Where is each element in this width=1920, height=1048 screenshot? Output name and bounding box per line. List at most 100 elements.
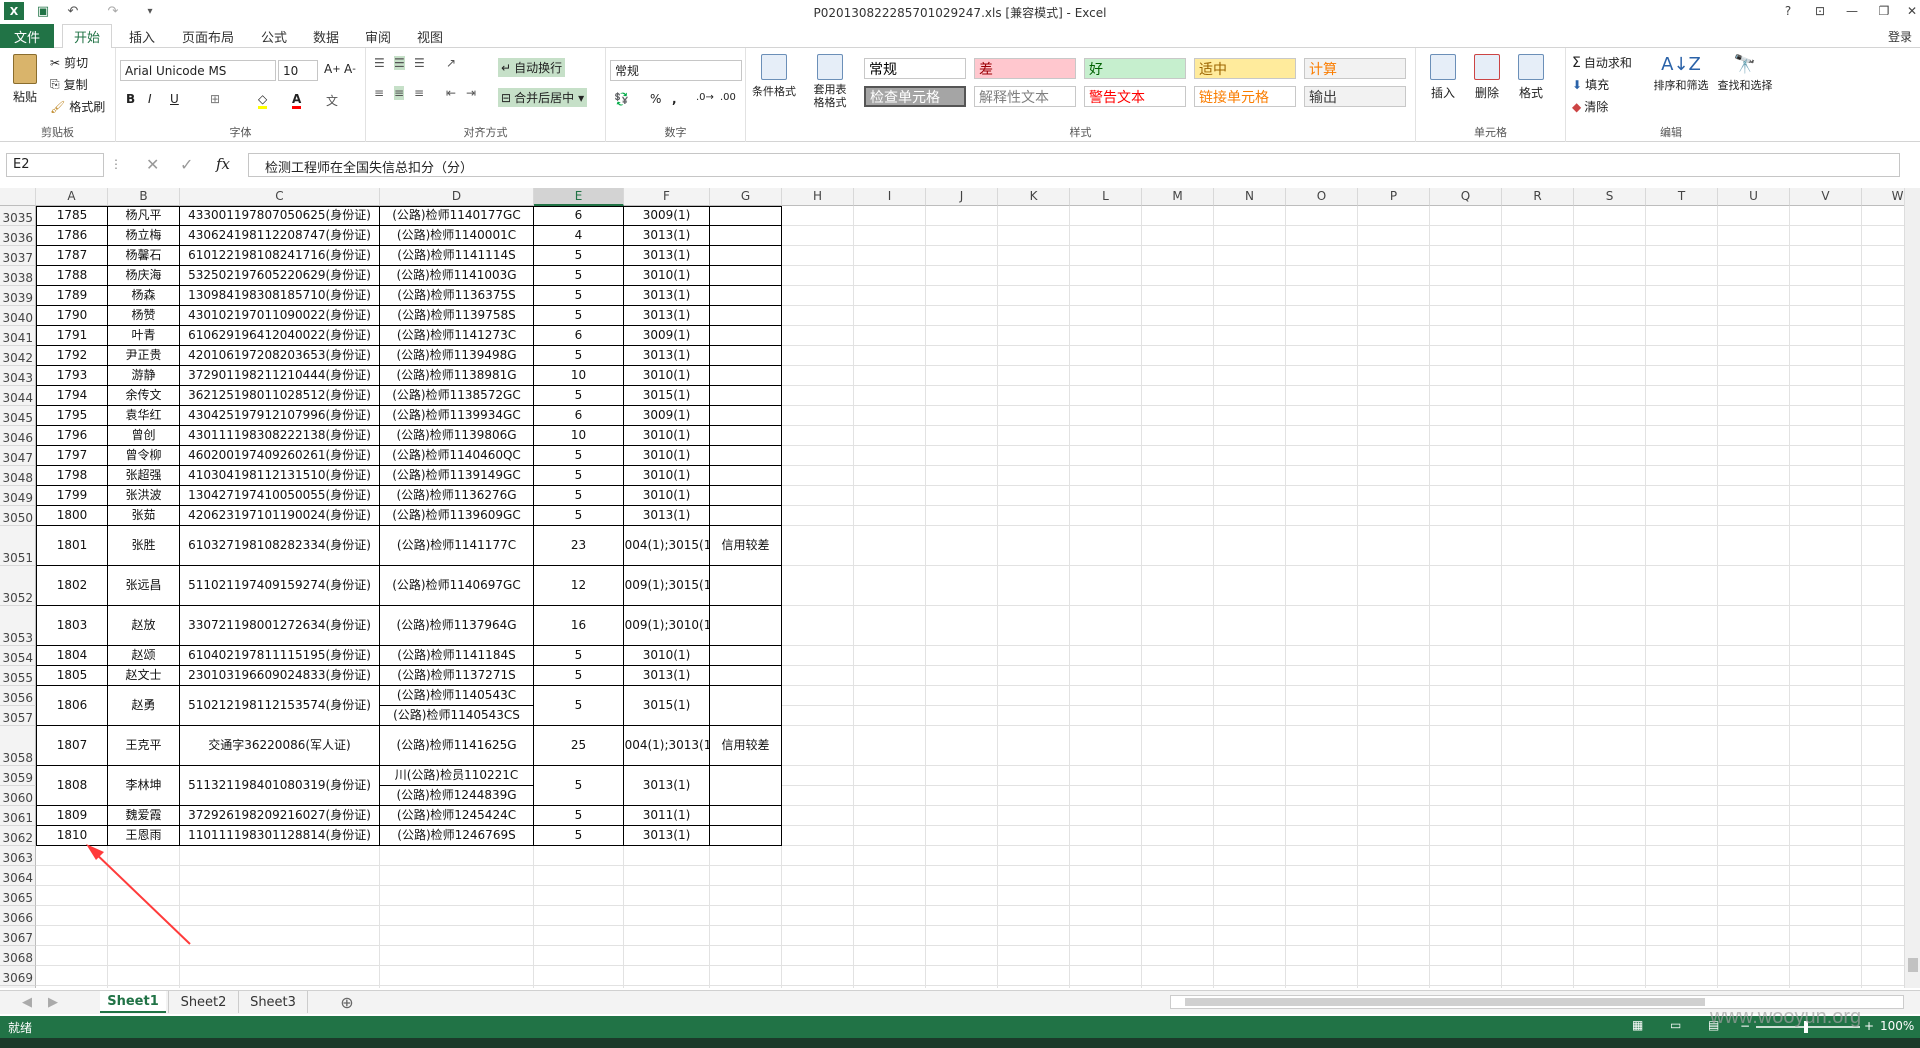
row-header[interactable]: 3046 — [0, 426, 36, 446]
column-header[interactable]: B — [108, 188, 180, 206]
select-all-corner[interactable] — [0, 188, 36, 206]
page-layout-view-icon[interactable]: ▭ — [1670, 1018, 1681, 1032]
cell-b[interactable]: 张茹 — [108, 506, 180, 526]
row-header[interactable]: 3059 — [0, 766, 36, 786]
row-header[interactable]: 3041 — [0, 326, 36, 346]
cell-b[interactable]: 赵放 — [108, 606, 180, 646]
cell-b[interactable]: 张洪波 — [108, 486, 180, 506]
column-header[interactable]: V — [1790, 188, 1862, 206]
cell-f[interactable]: 3010(1) — [624, 646, 710, 666]
cell-a[interactable]: 1801 — [36, 526, 108, 566]
fill-color-icon[interactable]: ◇ — [258, 92, 268, 109]
increase-font-icon[interactable]: A + — [324, 62, 341, 76]
cell-a[interactable]: 1809 — [36, 806, 108, 826]
cell-b[interactable]: 张远昌 — [108, 566, 180, 606]
cell-b[interactable]: 杨森 — [108, 286, 180, 306]
border-icon[interactable]: ⊞ — [210, 92, 220, 106]
cell-d[interactable]: (公路)检师1139149GC — [380, 466, 534, 486]
column-header[interactable]: M — [1142, 188, 1214, 206]
tab-page-layout[interactable]: 页面布局 — [172, 24, 244, 48]
format-cells-button[interactable]: 格式 — [1510, 54, 1552, 101]
cell-e[interactable]: 5 — [534, 766, 624, 806]
cell-e[interactable]: 5 — [534, 266, 624, 286]
column-header[interactable]: D — [380, 188, 534, 206]
delete-cells-button[interactable]: 删除 — [1466, 54, 1508, 101]
cell-g[interactable] — [710, 306, 782, 326]
cell-c[interactable]: 交通字36220086(军人证) — [180, 726, 380, 766]
cell-b[interactable]: 王恩雨 — [108, 826, 180, 846]
tab-formulas[interactable]: 公式 — [252, 24, 296, 48]
wrap-text-button[interactable]: ↵ 自动换行 — [498, 58, 566, 77]
cell-b[interactable]: 袁华红 — [108, 406, 180, 426]
tab-file[interactable]: 文件 — [0, 24, 54, 48]
row-header[interactable]: 3038 — [0, 266, 36, 286]
scrollbar-thumb[interactable] — [1908, 958, 1918, 972]
cell-e[interactable]: 5 — [534, 246, 624, 266]
cell-f[interactable]: 3015(1) — [624, 386, 710, 406]
cell-style-item[interactable]: 解释性文本 — [974, 86, 1076, 107]
cell-b[interactable]: 杨赞 — [108, 306, 180, 326]
row-header[interactable]: 3063 — [0, 846, 36, 866]
percent-button[interactable]: % — [650, 92, 661, 106]
column-header[interactable]: H — [782, 188, 854, 206]
row-header[interactable]: 3068 — [0, 946, 36, 966]
cell-b[interactable]: 余传文 — [108, 386, 180, 406]
sort-filter-button[interactable]: A↓Z 排序和筛选 — [1650, 54, 1712, 93]
indent-decrease-icon[interactable]: ⇤ — [446, 86, 456, 100]
row-header[interactable]: 3061 — [0, 806, 36, 826]
cell-d[interactable]: (公路)检师1140543C — [380, 686, 534, 706]
row-header[interactable]: 3069 — [0, 966, 36, 986]
cell-c[interactable]: 430102197011090022(身份证) — [180, 306, 380, 326]
cell-f[interactable]: 3013(1) — [624, 666, 710, 686]
format-as-table-button[interactable]: 套用表格格式 — [804, 54, 856, 109]
tab-home[interactable]: 开始 — [62, 24, 112, 49]
cell-e[interactable]: 5 — [534, 466, 624, 486]
cell-c[interactable]: 330721198001272634(身份证) — [180, 606, 380, 646]
cell-f[interactable]: 3013(1) — [624, 826, 710, 846]
cell-a[interactable]: 1785 — [36, 206, 108, 226]
cell-f[interactable]: 3013(1) — [624, 306, 710, 326]
cell-d[interactable]: (公路)检师1137271S — [380, 666, 534, 686]
cell-f[interactable]: 3004(1);3013(1) — [624, 726, 710, 766]
cell-style-item[interactable]: 链接单元格 — [1194, 86, 1296, 107]
cell-g[interactable] — [710, 226, 782, 246]
row-header[interactable]: 3044 — [0, 386, 36, 406]
vertical-scrollbar[interactable] — [1904, 188, 1920, 988]
column-header[interactable]: K — [998, 188, 1070, 206]
cell-g[interactable] — [710, 646, 782, 666]
cell-f[interactable]: 3015(1) — [624, 686, 710, 726]
cell-f[interactable]: 3010(1) — [624, 486, 710, 506]
row-header[interactable]: 3062 — [0, 826, 36, 846]
row-header[interactable]: 3054 — [0, 646, 36, 666]
cell-f[interactable]: 3009(1) — [624, 406, 710, 426]
cell-b[interactable]: 王克平 — [108, 726, 180, 766]
cell-g[interactable] — [710, 606, 782, 646]
column-header[interactable]: Q — [1430, 188, 1502, 206]
currency-icon[interactable]: 💱 — [614, 92, 629, 106]
cell-e[interactable]: 4 — [534, 226, 624, 246]
row-header[interactable]: 3058 — [0, 726, 36, 766]
cell-d[interactable]: (公路)检师1138981G — [380, 366, 534, 386]
cell-a[interactable]: 1802 — [36, 566, 108, 606]
cell-b[interactable]: 杨馨石 — [108, 246, 180, 266]
cell-style-item[interactable]: 好 — [1084, 58, 1186, 79]
row-header[interactable]: 3040 — [0, 306, 36, 326]
cell-g[interactable] — [710, 346, 782, 366]
cancel-icon[interactable]: ✕ — [146, 155, 159, 174]
cell-a[interactable]: 1795 — [36, 406, 108, 426]
cell-c[interactable]: 430624198112208747(身份证) — [180, 226, 380, 246]
column-header[interactable]: S — [1574, 188, 1646, 206]
cell-a[interactable]: 1787 — [36, 246, 108, 266]
cell-c[interactable]: 130984198308185710(身份证) — [180, 286, 380, 306]
decrease-decimal-icon[interactable]: .00 — [720, 92, 736, 103]
column-header[interactable]: T — [1646, 188, 1718, 206]
cell-d[interactable]: (公路)检师1141625G — [380, 726, 534, 766]
cell-g[interactable] — [710, 326, 782, 346]
cell-f[interactable]: 3013(1) — [624, 286, 710, 306]
cell-g[interactable] — [710, 246, 782, 266]
row-header[interactable]: 3049 — [0, 486, 36, 506]
row-header[interactable]: 3045 — [0, 406, 36, 426]
paste-button[interactable]: 粘贴 — [8, 54, 42, 105]
cell-b[interactable]: 张胜 — [108, 526, 180, 566]
conditional-format-button[interactable]: 条件格式 — [750, 54, 798, 99]
